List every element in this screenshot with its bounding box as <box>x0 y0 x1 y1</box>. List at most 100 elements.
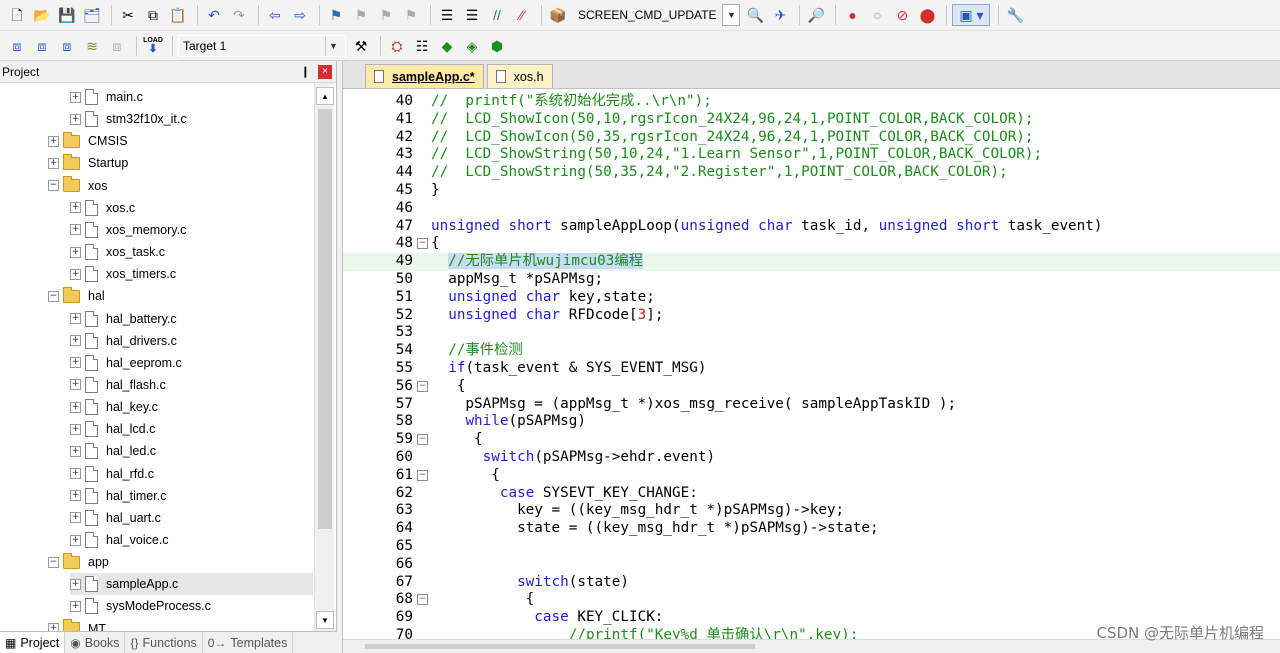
tree-file[interactable]: + sampleApp.c <box>70 573 313 596</box>
new-file-icon[interactable]: 🗋 <box>6 4 28 26</box>
scroll-thumb[interactable] <box>318 109 332 529</box>
indent-icon[interactable]: ☰ <box>436 4 458 26</box>
bookmark-icon[interactable]: ⚑ <box>325 4 347 26</box>
breakpoint-clear-icon[interactable]: ⊘ <box>891 4 913 26</box>
code-line[interactable]: 42 // LCD_ShowIcon(50,35,rgsrIcon_24X24,9… <box>343 129 1280 147</box>
code-line[interactable]: 66 <box>343 556 1280 574</box>
expand-icon[interactable]: + <box>70 534 81 546</box>
tree-file[interactable]: + main.c <box>70 86 143 108</box>
editor-tab[interactable]: xos.h <box>486 64 553 88</box>
code-line[interactable]: 62 case SYSEVT_KEY_CHANGE: <box>343 485 1280 503</box>
project-tree-scrollbar[interactable]: ▲ ▼ <box>314 83 334 631</box>
tree-folder[interactable]: − xos <box>48 175 107 197</box>
fold-toggle-icon[interactable]: − <box>417 594 428 606</box>
open-file-icon[interactable]: 📂 <box>31 4 53 26</box>
find-replace-icon[interactable]: 🔍 <box>744 4 766 26</box>
code-line[interactable]: 40 // printf("系统初始化完成..\r\n"); <box>343 93 1280 111</box>
fold-toggle-icon[interactable]: − <box>417 469 428 481</box>
tree-file[interactable]: + hal_eeprom.c <box>70 352 182 374</box>
bookmark-prev-icon[interactable]: ⚑ <box>350 4 372 26</box>
code-line[interactable]: 58 while(pSAPMsg) <box>343 413 1280 431</box>
cut-icon[interactable]: ✂ <box>117 4 139 26</box>
tree-file[interactable]: + hal_battery.c <box>70 308 177 330</box>
tree-file[interactable]: + hal_led.c <box>70 440 156 462</box>
bookmark-clear-icon[interactable]: ⚑ <box>400 4 422 26</box>
save-all-icon[interactable]: 🗂 <box>81 4 103 26</box>
tree-folder[interactable]: + CMSIS <box>48 130 128 152</box>
tree-folder[interactable]: + MT <box>48 618 106 631</box>
expand-icon[interactable]: + <box>70 600 81 612</box>
code-line[interactable]: 50 appMsg_t *pSAPMsg; <box>343 271 1280 289</box>
stop-build-icon[interactable]: ⧈ <box>106 35 128 57</box>
collapse-icon[interactable]: − <box>48 290 59 302</box>
expand-icon[interactable]: + <box>48 623 59 631</box>
target-select[interactable]: Target 1 ▼ <box>178 34 346 57</box>
expand-icon[interactable]: + <box>70 379 81 391</box>
code-line[interactable]: 47 unsigned short sampleAppLoop(unsigned … <box>343 218 1280 236</box>
bookmark-next-icon[interactable]: ⚑ <box>375 4 397 26</box>
run-time-env-icon[interactable]: ⬢ <box>486 35 508 57</box>
expand-icon[interactable]: + <box>70 357 81 369</box>
tab-books[interactable]: ◉ Books <box>65 632 126 653</box>
expand-icon[interactable]: + <box>70 445 81 457</box>
code-line[interactable]: 59− { <box>343 431 1280 449</box>
expand-icon[interactable]: + <box>48 157 59 169</box>
code-line[interactable]: 54 //事件检测 <box>343 342 1280 360</box>
pin-icon[interactable]: ❙ <box>301 65 310 78</box>
configure-icon[interactable]: 🔧 <box>1004 4 1026 26</box>
code-line[interactable]: 60 switch(pSAPMsg->ehdr.event) <box>343 449 1280 467</box>
nav-back-icon[interactable]: ⇦ <box>264 4 286 26</box>
close-icon[interactable]: × <box>318 64 332 79</box>
rebuild-icon[interactable]: ⧈ <box>56 35 78 57</box>
start-debug-icon[interactable]: 🔎 <box>805 4 827 26</box>
command-combo[interactable]: ▼ <box>722 4 741 26</box>
breakpoint-disable-icon[interactable]: ○ <box>866 4 888 26</box>
tree-file[interactable]: + stm32f10x_it.c <box>70 108 187 130</box>
collapse-icon[interactable]: − <box>48 556 59 568</box>
build-icon[interactable]: ⧈ <box>31 35 53 57</box>
expand-icon[interactable]: + <box>70 423 81 435</box>
code-line[interactable]: 43 // LCD_ShowString(50,10,24,"1.Learn Se… <box>343 146 1280 164</box>
breakpoint-kill-icon[interactable]: ⬤ <box>916 4 938 26</box>
batch-build-icon[interactable]: ≋ <box>81 35 103 57</box>
fold-toggle-icon[interactable]: − <box>417 238 428 250</box>
code-line[interactable]: 63 key = ((key_msg_hdr_t *)pSAPMsg)->key… <box>343 502 1280 520</box>
code-line[interactable]: 48−{ <box>343 235 1280 253</box>
scroll-down-icon[interactable]: ▼ <box>316 611 334 629</box>
expand-icon[interactable]: + <box>70 490 81 502</box>
tree-file[interactable]: + xos_task.c <box>70 241 165 263</box>
tree-folder[interactable]: + Startup <box>48 152 128 174</box>
code-line[interactable]: 61− { <box>343 467 1280 485</box>
tree-file[interactable]: + hal_lcd.c <box>70 418 155 440</box>
file-extensions-icon[interactable]: ☷ <box>411 35 433 57</box>
expand-icon[interactable]: + <box>70 91 81 103</box>
expand-icon[interactable]: + <box>70 578 81 590</box>
code-area[interactable]: 40 // printf("系统初始化完成..\r\n"); 41 // LCD_Sh… <box>343 91 1280 639</box>
code-line[interactable]: 56− { <box>343 378 1280 396</box>
expand-icon[interactable]: + <box>70 202 81 214</box>
tree-file[interactable]: + sysModeProcess.c <box>70 595 211 617</box>
copy-icon[interactable]: ⧉ <box>142 4 164 26</box>
manage-packs-icon[interactable]: ◆ <box>436 35 458 57</box>
expand-icon[interactable]: + <box>70 468 81 480</box>
tree-file[interactable]: + xos.c <box>70 197 135 219</box>
code-line[interactable]: 51 unsigned char key,state; <box>343 289 1280 307</box>
code-line[interactable]: 67 switch(state) <box>343 574 1280 592</box>
editor-tab[interactable]: sampleApp.c* <box>365 64 484 88</box>
code-line[interactable]: 53 <box>343 324 1280 342</box>
tree-folder[interactable]: − app <box>48 551 109 573</box>
expand-icon[interactable]: + <box>70 335 81 347</box>
manage-components-icon[interactable]: ⛭ <box>386 35 408 57</box>
redo-icon[interactable]: ↷ <box>228 4 250 26</box>
find-in-files-icon[interactable]: 📦 <box>547 4 569 26</box>
tree-file[interactable]: + hal_drivers.c <box>70 330 177 352</box>
unindent-icon[interactable]: ☰ <box>461 4 483 26</box>
code-line[interactable]: 44 // LCD_ShowString(50,35,24,"2.Register… <box>343 164 1280 182</box>
fold-toggle-icon[interactable]: − <box>417 380 428 392</box>
scroll-thumb[interactable] <box>365 644 755 649</box>
tree-file[interactable]: + xos_memory.c <box>70 219 186 241</box>
tree-file[interactable]: + hal_timer.c <box>70 485 166 507</box>
tab-templates[interactable]: 0→ Templates <box>203 632 294 653</box>
window-layout-icon[interactable]: ▣ ▾ <box>952 4 991 26</box>
uncomment-icon[interactable]: ⁄⁄ <box>511 4 533 26</box>
